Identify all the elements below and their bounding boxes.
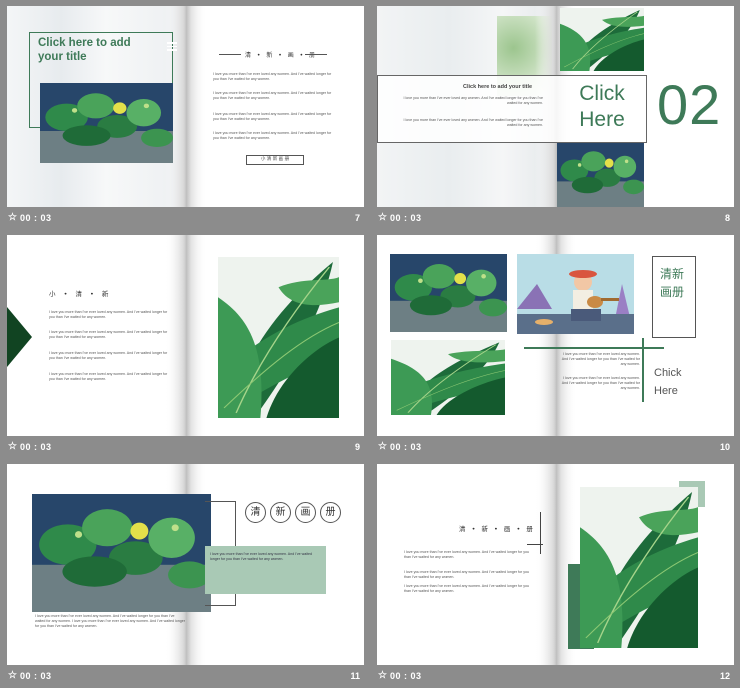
slide-canvas: Click here to add your title 清 • 新 • 画 •… xyxy=(7,6,364,207)
slide-canvas: 小 • 清 • 新 I love you more than I've ever… xyxy=(7,235,364,436)
transition-time: 00 : 03 xyxy=(390,671,422,681)
paragraph: I love you more than I've ever loved any… xyxy=(403,96,544,106)
cactus-image xyxy=(40,83,173,163)
circle-char: 清 xyxy=(245,502,266,523)
cross-line-vertical xyxy=(642,338,644,402)
cactus-image xyxy=(557,143,644,207)
slide-thumbnail-9[interactable]: 小 • 清 • 新 I love you more than I've ever… xyxy=(7,235,364,459)
paragraph: I love you more than I've ever loved any… xyxy=(561,376,640,391)
paragraph: I love you more than I've ever loved any… xyxy=(35,614,185,629)
star-timer-icon: ☆ xyxy=(378,670,387,681)
star-timer-icon: ☆ xyxy=(8,670,17,681)
slide-number: 7 xyxy=(354,213,360,223)
circle-char: 画 xyxy=(295,502,316,523)
paragraph: I love you more than I've ever loved any… xyxy=(49,310,168,320)
paragraph: I love you more than I've ever loved any… xyxy=(404,550,530,560)
star-timer-icon: ☆ xyxy=(8,212,17,223)
cross-line-vertical xyxy=(540,512,541,554)
slide-number: 11 xyxy=(350,671,360,681)
slide-thumbnail-11[interactable]: I love you more than I've ever loved any… xyxy=(7,464,364,688)
vertical-title[interactable]: 清新画册 xyxy=(655,265,689,301)
paragraph: I love you more than I've ever loved any… xyxy=(213,131,332,141)
slide-number: 10 xyxy=(719,442,730,452)
heading-line-left xyxy=(219,54,241,55)
slide-heading: 小 • 清 • 新 xyxy=(49,290,112,298)
slide-canvas: 清新画册 I love you more than I've ever love… xyxy=(377,235,734,436)
leaves-image xyxy=(580,487,698,648)
paragraph: I love you more than I've ever loved any… xyxy=(403,118,544,128)
slide-thumbnail-8[interactable]: Click here to add your title I love you … xyxy=(377,6,734,230)
triangle-marker-icon xyxy=(7,307,32,367)
side-link-text[interactable]: Chick Here xyxy=(654,364,688,400)
panel-heading[interactable]: Click here to add your title xyxy=(463,84,532,90)
slide-number: 12 xyxy=(719,671,730,681)
heading-line-right xyxy=(305,54,327,55)
cross-line-horizontal xyxy=(527,544,543,545)
cactus-image xyxy=(390,254,507,332)
paragraph: I love you more than I've ever loved any… xyxy=(561,352,640,367)
transition-time: 00 : 03 xyxy=(20,442,52,452)
paragraph: I love you more than I've ever loved any… xyxy=(404,570,530,580)
circle-char: 新 xyxy=(270,502,291,523)
action-button[interactable]: 小 清 新 画 册 xyxy=(246,155,304,165)
slide-thumbnail-7[interactable]: Click here to add your title 清 • 新 • 画 •… xyxy=(7,6,364,230)
transition-time: 00 : 03 xyxy=(20,671,52,681)
transition-time: 00 : 03 xyxy=(20,213,52,223)
paragraph: I love you more than I've ever loved any… xyxy=(49,330,168,340)
paragraph: I love you more than I've ever loved any… xyxy=(213,72,332,82)
cactus-image xyxy=(32,494,211,612)
star-timer-icon: ☆ xyxy=(378,441,387,452)
slide-canvas: Click here to add your title I love you … xyxy=(377,6,734,207)
slide-heading: 清 • 新 • 画 • 册 xyxy=(459,525,535,533)
paragraph: I love you more than I've ever loved any… xyxy=(49,351,168,361)
menu-icon xyxy=(167,40,177,53)
slide-thumbnail-12[interactable]: 清 • 新 • 画 • 册 I love you more than I've … xyxy=(377,464,734,688)
page-fold-highlight xyxy=(187,235,207,436)
star-timer-icon: ☆ xyxy=(378,212,387,223)
girl-guitar-illustration xyxy=(517,254,634,334)
leaves-image xyxy=(391,340,505,415)
paragraph: I love you more than I've ever loved any… xyxy=(213,112,332,122)
star-timer-icon: ☆ xyxy=(8,441,17,452)
slide-number: 9 xyxy=(354,442,360,452)
click-here-text[interactable]: Click Here xyxy=(572,81,632,133)
paragraph: I love you more than I've ever loved any… xyxy=(213,91,332,101)
transition-time: 00 : 03 xyxy=(390,213,422,223)
transition-time: 00 : 03 xyxy=(390,442,422,452)
slide-number: 8 xyxy=(724,213,730,223)
paragraph: I love you more than I've ever loved any… xyxy=(404,584,530,594)
leaves-image xyxy=(560,8,644,71)
slide-canvas: 清 • 新 • 画 • 册 I love you more than I've … xyxy=(377,464,734,665)
paragraph: I love you more than I've ever loved any… xyxy=(49,372,168,382)
page-fold-highlight xyxy=(187,6,207,207)
paragraph: I love you more than I've ever loved any… xyxy=(210,552,313,562)
page-fold-shadow xyxy=(535,464,557,665)
slide-title[interactable]: Click here to add your title xyxy=(38,36,148,64)
slide-thumbnail-10[interactable]: 清新画册 I love you more than I've ever love… xyxy=(377,235,734,459)
circle-char: 册 xyxy=(320,502,341,523)
slide-canvas: I love you more than I've ever loved any… xyxy=(7,464,364,665)
section-number: 02 xyxy=(657,73,722,136)
leaves-image xyxy=(218,257,339,418)
